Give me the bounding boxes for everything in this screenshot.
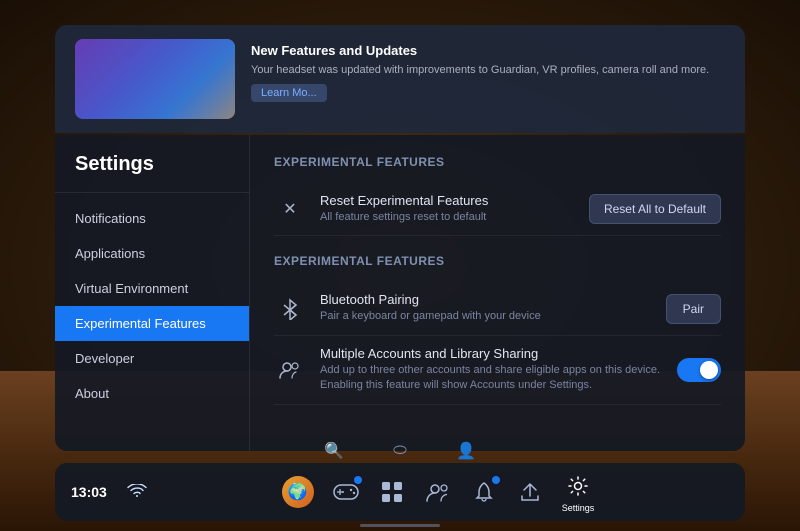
sidebar: Settings Notifications Applications Virt… bbox=[55, 135, 250, 451]
taskbar-share[interactable] bbox=[516, 478, 544, 506]
pair-button[interactable]: Pair bbox=[666, 294, 721, 324]
notification-text: New Features and Updates Your headset wa… bbox=[251, 39, 725, 102]
sidebar-item-developer[interactable]: Developer bbox=[55, 341, 249, 376]
sidebar-item-notifications[interactable]: Notifications bbox=[55, 201, 249, 236]
person-bottom-icon[interactable]: 👤 bbox=[448, 437, 484, 465]
taskbar-apps[interactable] bbox=[378, 478, 406, 506]
taskbar-controller[interactable] bbox=[332, 478, 360, 506]
sidebar-item-applications[interactable]: Applications bbox=[55, 236, 249, 271]
taskbar-social[interactable] bbox=[424, 478, 452, 506]
reset-experimental-row: ✕ Reset Experimental Features All featur… bbox=[274, 183, 721, 236]
reset-icon: ✕ bbox=[274, 193, 306, 225]
share-icon bbox=[516, 478, 544, 506]
controller-icon bbox=[332, 478, 360, 506]
social-icon bbox=[424, 478, 452, 506]
bluetooth-action: Pair bbox=[666, 294, 721, 324]
vr-mode-icon[interactable]: ⬭ bbox=[382, 437, 418, 465]
notification-title: New Features and Updates bbox=[251, 43, 725, 58]
notifications-badge bbox=[492, 476, 500, 484]
scroll-bar bbox=[360, 524, 440, 527]
accounts-toggle-action bbox=[677, 358, 721, 382]
notification-description: Your headset was updated with improvemen… bbox=[251, 63, 725, 78]
sidebar-title: Settings bbox=[55, 153, 249, 193]
apps-icon bbox=[378, 478, 406, 506]
main-content: Experimental Features ✕ Reset Experiment… bbox=[250, 135, 745, 451]
accounts-row: Multiple Accounts and Library Sharing Ad… bbox=[274, 336, 721, 405]
taskbar-wifi-icon bbox=[127, 484, 147, 501]
taskbar-notifications[interactable] bbox=[470, 478, 498, 506]
bluetooth-text: Bluetooth Pairing Pair a keyboard or gam… bbox=[320, 292, 652, 324]
reset-section-title: Experimental Features bbox=[274, 155, 721, 169]
avatar-image: 🌍 bbox=[282, 476, 314, 508]
settings-label: Settings bbox=[562, 503, 595, 513]
notification-link[interactable]: Learn Mo... bbox=[251, 84, 327, 102]
bluetooth-feature-name: Bluetooth Pairing bbox=[320, 292, 652, 307]
settings-icon bbox=[564, 472, 592, 500]
notification-banner: New Features and Updates Your headset wa… bbox=[55, 25, 745, 133]
taskbar-settings[interactable]: Settings bbox=[562, 472, 595, 513]
reset-all-button[interactable]: Reset All to Default bbox=[589, 194, 721, 224]
bluetooth-icon bbox=[274, 293, 306, 325]
main-panel: New Features and Updates Your headset wa… bbox=[55, 25, 745, 451]
accounts-feature-name: Multiple Accounts and Library Sharing bbox=[320, 346, 663, 361]
bell-icon bbox=[470, 478, 498, 506]
features-section-title: Experimental Features bbox=[274, 254, 721, 268]
taskbar-avatar[interactable]: 🌍 bbox=[282, 476, 314, 508]
taskbar-center: 🌍 bbox=[147, 472, 729, 513]
accounts-text: Multiple Accounts and Library Sharing Ad… bbox=[320, 346, 663, 394]
reset-action: Reset All to Default bbox=[589, 194, 721, 224]
taskbar-bottom-row: 🔍 ⬭ 👤 bbox=[55, 437, 745, 465]
reset-feature-desc: All feature settings reset to default bbox=[320, 210, 575, 225]
search-bottom-icon[interactable]: 🔍 bbox=[316, 437, 352, 465]
sidebar-item-experimental-features[interactable]: Experimental Features bbox=[55, 306, 249, 341]
settings-panel: Settings Notifications Applications Virt… bbox=[55, 135, 745, 451]
reset-feature-name: Reset Experimental Features bbox=[320, 193, 575, 208]
bluetooth-row: Bluetooth Pairing Pair a keyboard or gam… bbox=[274, 282, 721, 335]
accounts-feature-desc: Add up to three other accounts and share… bbox=[320, 363, 663, 394]
controller-badge bbox=[354, 476, 362, 484]
sidebar-item-about[interactable]: About bbox=[55, 376, 249, 411]
bluetooth-feature-desc: Pair a keyboard or gamepad with your dev… bbox=[320, 309, 652, 324]
section-divider: Experimental Features bbox=[274, 254, 721, 268]
accounts-icon bbox=[274, 354, 306, 386]
reset-text: Reset Experimental Features All feature … bbox=[320, 193, 575, 225]
sidebar-item-virtual-environment[interactable]: Virtual Environment bbox=[55, 271, 249, 306]
taskbar: 13:03 🌍 bbox=[55, 463, 745, 521]
notification-image bbox=[75, 39, 235, 119]
taskbar-time: 13:03 bbox=[71, 484, 119, 500]
accounts-toggle[interactable] bbox=[677, 358, 721, 382]
